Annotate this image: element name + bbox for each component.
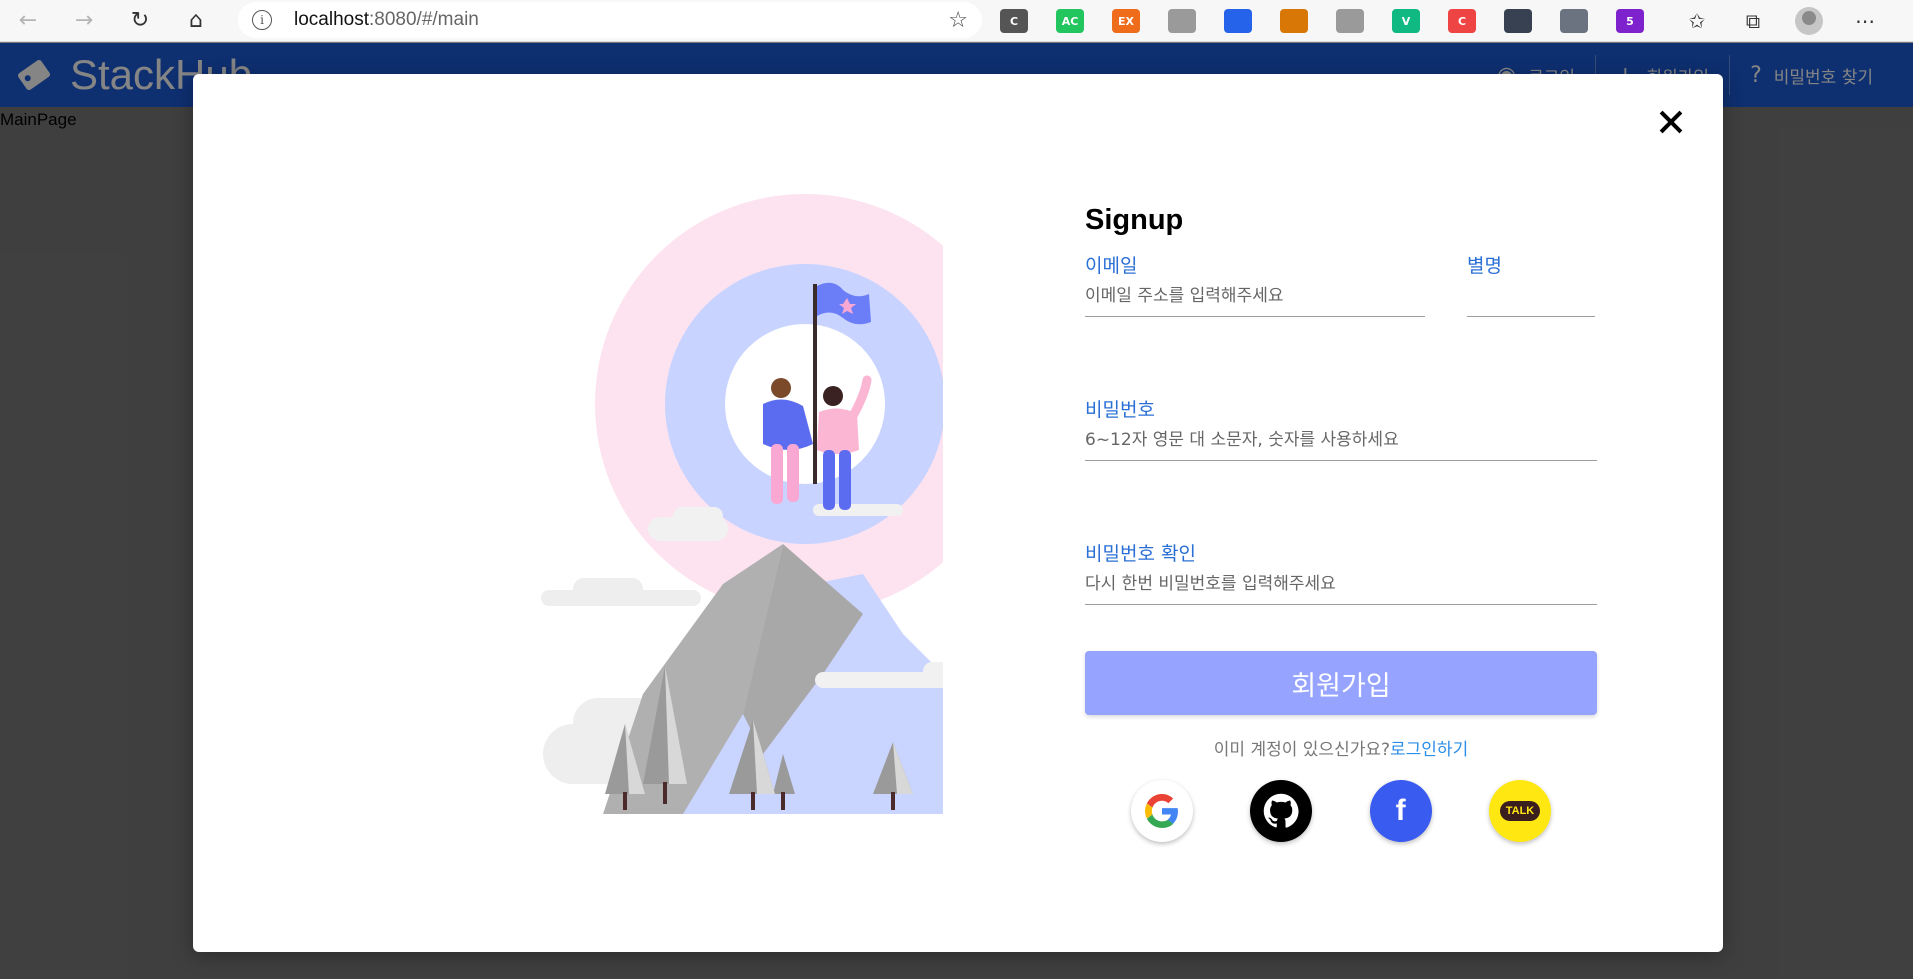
close-icon[interactable] xyxy=(1655,106,1687,138)
ex-extension-icon[interactable]: EX xyxy=(1112,9,1140,33)
kakao-login-button[interactable]: TALK xyxy=(1488,780,1551,842)
address-bar[interactable]: i localhost:8080/#/main ☆ xyxy=(238,2,982,38)
collections-icon[interactable]: ⧉ xyxy=(1725,0,1781,42)
site-info-icon[interactable]: i xyxy=(252,10,272,30)
email-nickname-row: 이메일 별명 xyxy=(1085,251,1597,317)
browser-toolbar: ← → ↻ ⌂ i localhost:8080/#/main ☆ C AC EX V… xyxy=(0,0,1913,42)
signup-button[interactable]: 회원가입 xyxy=(1085,651,1597,715)
more-menu-icon[interactable]: ⋯ xyxy=(1837,0,1893,42)
ext-icon-9[interactable]: C xyxy=(1448,9,1476,33)
ac-extension-icon[interactable]: AC xyxy=(1056,9,1084,33)
avatar xyxy=(1795,7,1823,35)
password-label: 비밀번호 xyxy=(1085,399,1155,421)
password-confirm-field[interactable] xyxy=(1085,574,1597,594)
ext-icon-10[interactable] xyxy=(1504,9,1532,33)
browser-tools: ✩ ⧉ ⋯ xyxy=(1669,0,1893,42)
form-title: Signup xyxy=(1085,204,1184,236)
nickname-label: 별명 xyxy=(1467,255,1502,277)
google-login-button[interactable] xyxy=(1131,780,1193,842)
favorites-icon[interactable]: ✩ xyxy=(1669,0,1725,42)
ext-icon-4[interactable] xyxy=(1168,9,1196,33)
facebook-login-button[interactable]: f xyxy=(1369,780,1432,842)
vue-extension-icon[interactable]: V xyxy=(1392,9,1420,33)
login-prompt: 이미 계정이 있으신가요?로그인하기 xyxy=(1085,735,1597,760)
github-login-button[interactable] xyxy=(1250,780,1313,842)
kakao-talk-icon: TALK xyxy=(1499,801,1541,821)
signup-modal: Signup 이메일 별명 비밀번호 비밀번호 확인 회원가입 이미 계정이 있… xyxy=(193,74,1723,952)
url-text: localhost:8080/#/main xyxy=(294,9,479,30)
dropper-extension-icon[interactable] xyxy=(1224,9,1252,33)
password-field-group: 비밀번호 xyxy=(1085,395,1597,461)
email-field-group: 이메일 xyxy=(1085,251,1425,317)
ext-icon-11[interactable] xyxy=(1560,9,1588,33)
nickname-field-group: 별명 xyxy=(1467,251,1595,317)
social-login-row: f TALK xyxy=(1131,780,1551,842)
password-confirm-label: 비밀번호 확인 xyxy=(1085,543,1196,565)
ext-icon-12[interactable]: 5 xyxy=(1616,9,1644,33)
forward-button[interactable]: → xyxy=(56,0,112,42)
mountain-illustration xyxy=(541,194,943,814)
refresh-button[interactable]: ↻ xyxy=(112,0,168,42)
extensions-bar: C AC EX V C 5 xyxy=(1000,0,1672,42)
login-prompt-text: 이미 계정이 있으신가요? xyxy=(1213,740,1391,760)
facebook-icon: f xyxy=(1395,794,1406,827)
github-icon xyxy=(1264,793,1299,828)
ext-icon-6[interactable] xyxy=(1280,9,1308,33)
nickname-field[interactable] xyxy=(1467,286,1595,306)
favorite-star-icon[interactable]: ☆ xyxy=(948,8,968,33)
login-link[interactable]: 로그인하기 xyxy=(1390,740,1468,760)
signup-form: Signup 이메일 별명 비밀번호 비밀번호 확인 회원가입 이미 계정이 있… xyxy=(1085,204,1597,842)
password-confirm-field-group: 비밀번호 확인 xyxy=(1085,539,1597,605)
back-button[interactable]: ← xyxy=(0,0,56,42)
home-button[interactable]: ⌂ xyxy=(168,0,224,42)
email-field[interactable] xyxy=(1085,286,1425,306)
c-extension-icon[interactable]: C xyxy=(1000,9,1028,33)
profile-button[interactable] xyxy=(1781,0,1837,42)
email-label: 이메일 xyxy=(1085,255,1138,277)
ext-icon-7[interactable] xyxy=(1336,9,1364,33)
google-icon xyxy=(1145,794,1178,828)
password-field[interactable] xyxy=(1085,430,1597,450)
